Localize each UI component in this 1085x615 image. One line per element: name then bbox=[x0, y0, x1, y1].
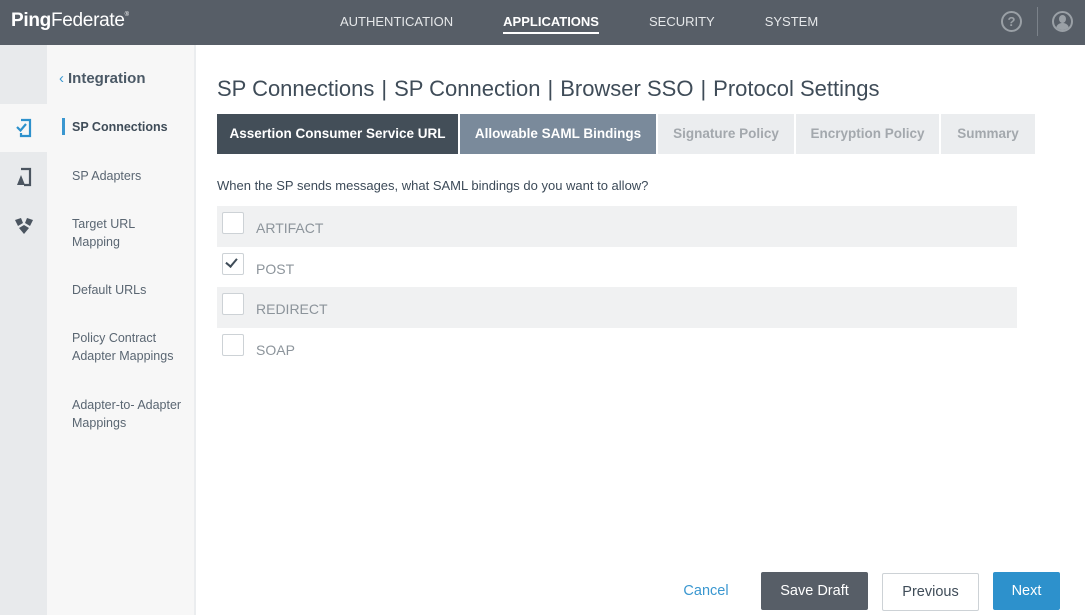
sidebar-item-sp-connections[interactable]: SP Connections bbox=[62, 118, 192, 136]
breadcrumb-separator: | bbox=[547, 76, 554, 101]
next-button[interactable]: Next bbox=[993, 572, 1060, 610]
user-profile-icon[interactable] bbox=[1052, 11, 1073, 32]
back-to-integration-link[interactable]: ‹ Integration bbox=[59, 70, 146, 87]
rail-item-sp-adapters[interactable] bbox=[0, 153, 47, 201]
tab-assertion-consumer-service-url[interactable]: Assertion Consumer Service URL bbox=[217, 114, 458, 154]
main-nav: AUTHENTICATION APPLICATIONS SECURITY SYS… bbox=[340, 0, 818, 45]
previous-button[interactable]: Previous bbox=[882, 573, 979, 611]
save-draft-button[interactable]: Save Draft bbox=[761, 572, 868, 610]
nav-security[interactable]: SECURITY bbox=[649, 0, 715, 45]
breadcrumb-separator: | bbox=[700, 76, 707, 101]
sidebar-item-sp-adapters[interactable]: SP Adapters bbox=[72, 167, 192, 185]
back-link-label: Integration bbox=[68, 70, 146, 87]
breadcrumb-sp-connection: SP Connection bbox=[394, 76, 541, 101]
artifact-checkbox[interactable] bbox=[222, 212, 244, 234]
post-label[interactable]: POST bbox=[256, 261, 294, 277]
top-navigation-bar: PingFederate® AUTHENTICATION APPLICATION… bbox=[0, 0, 1085, 45]
breadcrumb-protocol-settings: Protocol Settings bbox=[713, 76, 880, 101]
rail-item-federation[interactable] bbox=[0, 202, 47, 250]
saml-bindings-list: ARTIFACT POST REDIRECT SOAP bbox=[217, 206, 1017, 368]
topbar-divider bbox=[1037, 7, 1038, 36]
rail-item-sp-connections[interactable] bbox=[0, 104, 47, 152]
post-checkbox[interactable] bbox=[222, 252, 244, 275]
binding-row-soap: SOAP bbox=[217, 328, 1017, 369]
sidebar-item-default-urls[interactable]: Default URLs bbox=[72, 281, 192, 299]
wizard-tabs: Assertion Consumer Service URL Allowable… bbox=[217, 114, 1035, 154]
chevron-left-icon: ‹ bbox=[59, 70, 64, 87]
tab-encryption-policy[interactable]: Encryption Policy bbox=[796, 114, 939, 154]
sidebar-item-adapter-to-adapter-mappings[interactable]: Adapter-to- Adapter Mappings bbox=[72, 396, 187, 432]
icon-rail bbox=[0, 45, 47, 615]
sp-connection-check-icon bbox=[15, 118, 31, 138]
logo-bold-text: Ping bbox=[11, 10, 51, 31]
artifact-label[interactable]: ARTIFACT bbox=[256, 220, 323, 236]
redirect-checkbox[interactable] bbox=[222, 293, 244, 315]
sidebar-item-target-url-mapping[interactable]: Target URL Mapping bbox=[72, 215, 152, 251]
sidebar-item-policy-contract-adapter-mappings[interactable]: Policy Contract Adapter Mappings bbox=[72, 329, 187, 365]
soap-checkbox[interactable] bbox=[222, 333, 244, 356]
tab-allowable-saml-bindings[interactable]: Allowable SAML Bindings bbox=[460, 114, 656, 154]
user-head-shape bbox=[1059, 15, 1066, 23]
nav-authentication[interactable]: AUTHENTICATION bbox=[340, 0, 453, 45]
tab-signature-policy[interactable]: Signature Policy bbox=[658, 114, 794, 154]
checkmark-icon bbox=[225, 254, 238, 268]
registered-mark: ® bbox=[124, 12, 129, 18]
section-sidebar: ‹ Integration SP Connections SP Adapters … bbox=[47, 45, 196, 615]
help-icon[interactable]: ? bbox=[1001, 11, 1022, 32]
sp-adapter-icon bbox=[16, 167, 31, 187]
breadcrumb-browser-sso: Browser SSO bbox=[560, 76, 694, 101]
binding-row-redirect: REDIRECT bbox=[217, 287, 1017, 328]
user-body-shape bbox=[1056, 23, 1069, 30]
binding-row-artifact: ARTIFACT bbox=[217, 206, 1017, 247]
soap-label[interactable]: SOAP bbox=[256, 342, 295, 358]
redirect-label[interactable]: REDIRECT bbox=[256, 301, 328, 317]
federation-network-icon bbox=[14, 218, 33, 234]
logo-regular-text: Federate bbox=[50, 10, 125, 31]
breadcrumb-separator: | bbox=[381, 76, 388, 101]
bindings-question: When the SP sends messages, what SAML bi… bbox=[217, 178, 649, 193]
binding-row-post: POST bbox=[217, 247, 1017, 288]
pingfederate-logo[interactable]: PingFederate® bbox=[11, 10, 129, 32]
tab-summary[interactable]: Summary bbox=[941, 114, 1035, 154]
cancel-button[interactable]: Cancel bbox=[683, 572, 729, 610]
breadcrumb-sp-connections: SP Connections bbox=[217, 76, 375, 101]
nav-system[interactable]: SYSTEM bbox=[765, 0, 818, 45]
page-title-breadcrumb: SP Connections | SP Connection | Browser SSO… bbox=[217, 76, 879, 102]
nav-applications[interactable]: APPLICATIONS bbox=[503, 0, 599, 45]
